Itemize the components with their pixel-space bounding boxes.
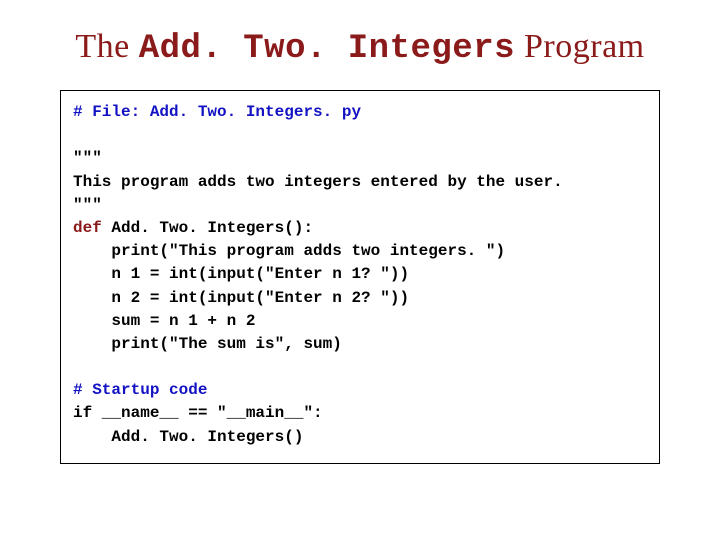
- code-def-keyword: def: [73, 219, 111, 237]
- code-line-file: # File: Add. Two. Integers. py: [73, 103, 361, 121]
- code-line-docstring-open: """: [73, 149, 102, 167]
- title-pre: The: [75, 28, 138, 65]
- code-line-n1: n 1 = int(input("Enter n 1? ")): [73, 265, 409, 283]
- code-line-docstring-close: """: [73, 196, 102, 214]
- code-line-docstring-body: This program adds two integers entered b…: [73, 173, 563, 191]
- code-line-print2: print("The sum is", sum): [73, 335, 342, 353]
- slide: The Add. Two. Integers Program # File: A…: [0, 0, 720, 540]
- code-def-name: Add. Two. Integers():: [111, 219, 313, 237]
- code-line-print1: print("This program adds two integers. "…: [73, 242, 505, 260]
- code-line-startup: # Startup code: [73, 381, 207, 399]
- code-box: # File: Add. Two. Integers. py """ This …: [60, 90, 660, 464]
- slide-title: The Add. Two. Integers Program: [60, 28, 660, 68]
- code-line-ifmain: if __name__ == "__main__":: [73, 404, 323, 422]
- code-line-sum: sum = n 1 + n 2: [73, 312, 255, 330]
- title-post: Program: [515, 28, 645, 65]
- title-code: Add. Two. Integers: [139, 30, 515, 68]
- code-line-n2: n 2 = int(input("Enter n 2? ")): [73, 289, 409, 307]
- code-line-call: Add. Two. Integers(): [73, 428, 303, 446]
